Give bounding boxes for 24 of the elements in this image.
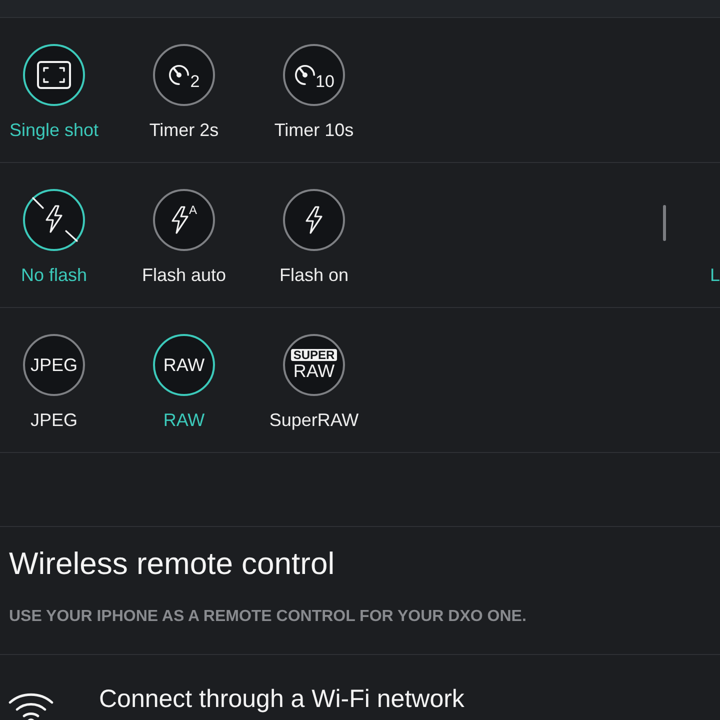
file-format-button[interactable]: SUPER RAW [283, 334, 345, 396]
file-format-label: RAW [163, 409, 205, 431]
file-format-button[interactable]: JPEG [23, 334, 85, 396]
flash-mode-button[interactable]: A [153, 189, 215, 251]
file-format-label: JPEG [30, 409, 78, 431]
timer-icon [294, 64, 316, 86]
section-description: USE YOUR IPHONE AS A REMOTE CONTROL FOR YOUR DXO ONE. [9, 608, 528, 626]
wifi-connect-item[interactable]: Connect through a Wi-Fi network [0, 655, 720, 720]
section-title: Wireless remote control [9, 546, 336, 582]
file-format-button[interactable]: RAW [153, 334, 215, 396]
lightning-icon [305, 206, 323, 234]
frame-icon [37, 61, 71, 89]
flash-mode-label: Flash auto [142, 264, 226, 286]
capture-mode-label: Timer 10s [274, 119, 354, 141]
flash-mode-label: L [710, 264, 720, 286]
capture-mode-button[interactable]: 2 [153, 44, 215, 106]
flash-mode-label: Flash on [279, 264, 349, 286]
capture-mode-label: Single shot [9, 119, 99, 141]
flash-mode-label: No flash [20, 264, 88, 286]
capture-mode-button[interactable]: 10 [283, 44, 345, 106]
capture-mode-label: Timer 2s [149, 119, 219, 141]
file-format-label: SuperRAW [269, 409, 359, 431]
lightning-icon [170, 206, 189, 234]
timer-icon [168, 64, 190, 86]
